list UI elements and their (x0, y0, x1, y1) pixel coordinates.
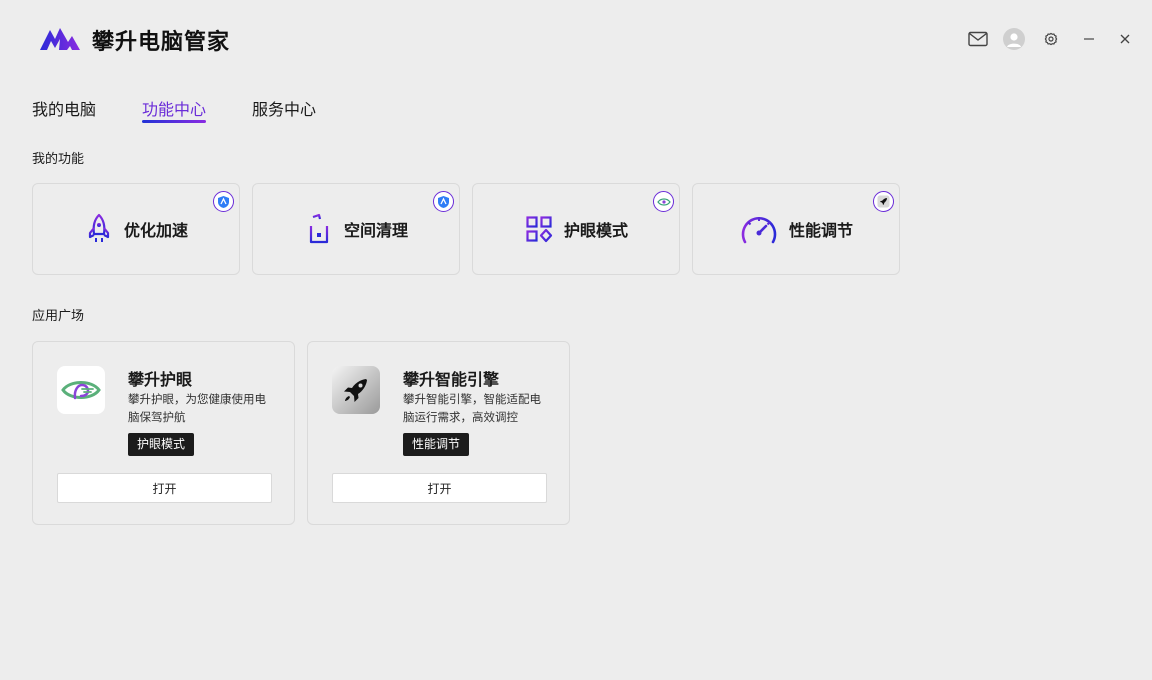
section-title-app-store: 应用广场 (32, 309, 85, 324)
minimize-icon (1084, 38, 1094, 40)
tab-service-center[interactable]: 服务中心 (252, 96, 316, 120)
feature-card-cleanup[interactable]: 空间清理 (252, 183, 460, 275)
mail-icon (968, 31, 988, 47)
app-tag: 护眼模式 (128, 433, 195, 456)
app-name: 攀升智能引擎 (403, 370, 500, 389)
open-button[interactable]: 打开 (332, 473, 547, 503)
feature-label: 空间清理 (343, 221, 408, 240)
feature-label: 优化加速 (123, 221, 188, 240)
feature-card-optimize[interactable]: 优化加速 (32, 183, 240, 275)
app-description: 攀升护眼，为您健康使用电脑保驾护航 (128, 392, 266, 424)
app-card-smart-engine: 攀升智能引擎 攀升智能引擎，智能适配电脑运行需求，高效调控 性能调节 打开 (307, 341, 570, 525)
feature-label: 性能调节 (788, 221, 853, 240)
rocket-badge-icon (873, 191, 894, 212)
app-logo-icon (40, 28, 80, 50)
eye-protection-app-icon (57, 366, 105, 414)
section-title-my-features: 我的功能 (32, 152, 85, 167)
eye-badge-icon (653, 191, 674, 212)
tab-feature-center[interactable]: 功能中心 (142, 96, 207, 123)
speedometer-icon (739, 213, 779, 245)
settings-button[interactable] (1039, 26, 1063, 52)
rocket-engine-app-icon (332, 366, 380, 414)
app-description: 攀升智能引擎，智能适配电脑运行需求，高效调控 (403, 392, 541, 424)
minimize-button[interactable] (1077, 26, 1101, 52)
app-card-eye-care: 攀升护眼 攀升护眼，为您健康使用电脑保驾护航 护眼模式 打开 (32, 341, 295, 525)
trash-bin-icon (304, 213, 334, 245)
close-button[interactable] (1113, 26, 1137, 52)
avatar-icon (1003, 28, 1025, 50)
app-name: 攀升护眼 (128, 370, 193, 389)
mail-button[interactable] (966, 26, 990, 52)
tab-feature-center-label: 功能中心 (142, 100, 207, 119)
tab-my-computer[interactable]: 我的电脑 (32, 96, 96, 120)
active-tab-indicator (142, 120, 207, 123)
shield-badge-icon (433, 191, 454, 212)
shield-badge-icon (213, 191, 234, 212)
grid-apps-icon (524, 213, 554, 245)
app-window: 攀升电脑管家 我的电脑 功能中心 服务中心 我的功能 优化加速 空间清理 护眼模… (0, 0, 1152, 680)
rocket-icon (84, 213, 114, 245)
app-title: 攀升电脑管家 (92, 30, 231, 55)
gear-icon (1044, 32, 1058, 46)
feature-card-eye-care[interactable]: 护眼模式 (472, 183, 680, 275)
user-avatar-button[interactable] (1002, 26, 1026, 52)
open-button[interactable]: 打开 (57, 473, 272, 503)
close-icon (1120, 34, 1130, 44)
feature-card-performance[interactable]: 性能调节 (692, 183, 900, 275)
title-bar: 攀升电脑管家 (0, 0, 1152, 80)
feature-label: 护眼模式 (563, 221, 628, 240)
app-tag: 性能调节 (403, 433, 470, 456)
